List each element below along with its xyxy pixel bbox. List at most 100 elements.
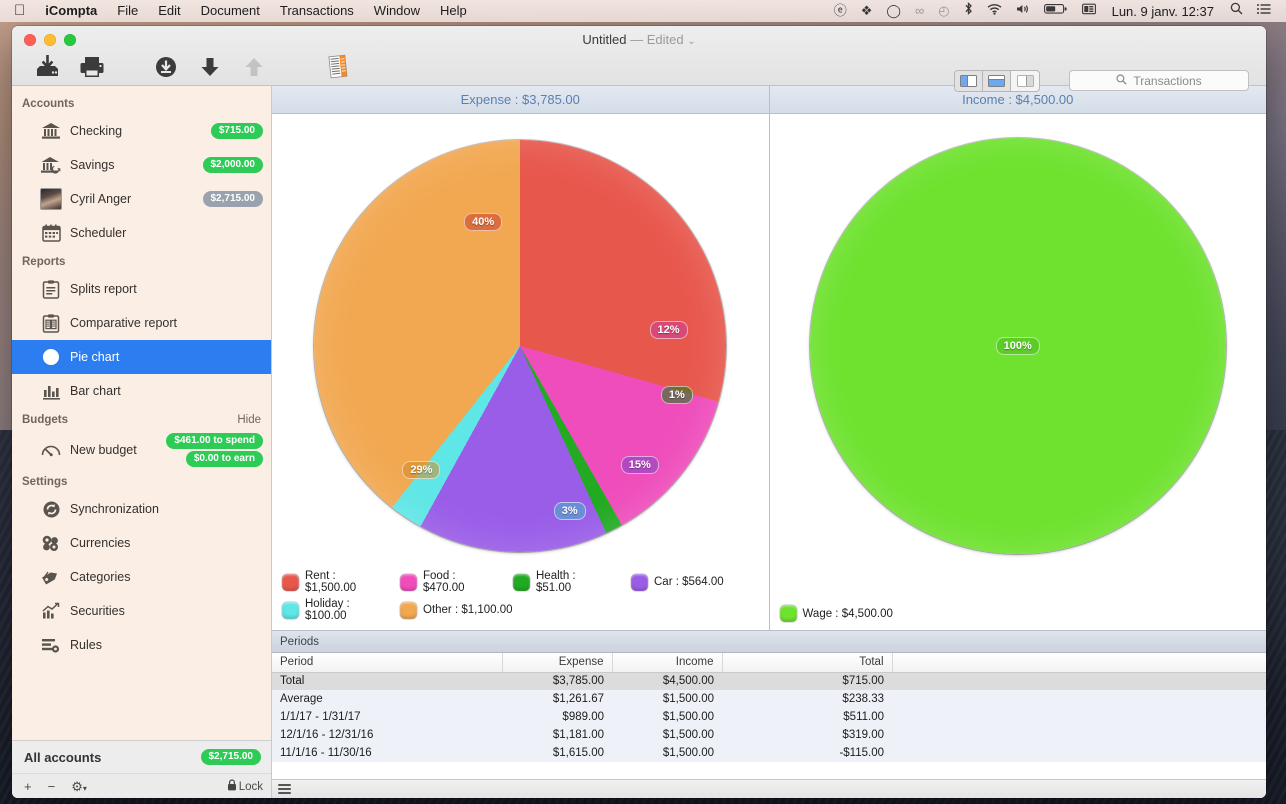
avatar bbox=[38, 187, 64, 211]
wifi-icon[interactable] bbox=[980, 0, 1009, 22]
evernote-icon[interactable]: ⓔ bbox=[827, 0, 854, 22]
pie-label-holiday: 3% bbox=[554, 502, 586, 520]
sidebar-item-comparative-report[interactable]: Comparative report bbox=[12, 306, 271, 340]
bar-chart-icon bbox=[38, 379, 64, 403]
clipboard-columns-icon bbox=[38, 311, 64, 335]
display-icon[interactable] bbox=[1075, 0, 1103, 22]
chain-link-icon[interactable]: ∞ bbox=[908, 0, 931, 22]
periods-table: Period Expense Income Total Total $3,785… bbox=[272, 653, 1266, 762]
menu-item-transactions[interactable]: Transactions bbox=[270, 0, 364, 22]
sidebar-section-budgets: Budgets Hide bbox=[12, 408, 271, 430]
import-button[interactable] bbox=[26, 55, 70, 79]
search-icon[interactable] bbox=[1223, 0, 1250, 22]
cell-expense: $3,785.00 bbox=[502, 672, 612, 690]
account-balance-badge: $715.00 bbox=[211, 123, 263, 139]
add-account-button[interactable]: + bbox=[24, 779, 32, 794]
menu-bar-items:  iCompta File Edit Document Transaction… bbox=[0, 0, 477, 22]
table-row[interactable]: 1/1/17 - 1/31/17 $989.00 $1,500.00 $511.… bbox=[272, 708, 1266, 726]
budget-badges: $461.00 to spend $0.00 to earn bbox=[166, 433, 263, 467]
cell-income: $1,500.00 bbox=[612, 744, 722, 762]
table-row[interactable]: Average $1,261.67 $1,500.00 $238.33 bbox=[272, 690, 1266, 708]
sidebar-item-securities[interactable]: Securities bbox=[12, 594, 271, 628]
sidebar-item-label: Synchronization bbox=[64, 502, 159, 516]
cell-period: 1/1/17 - 1/31/17 bbox=[272, 708, 502, 726]
apple-icon[interactable]:  bbox=[8, 1, 35, 21]
all-accounts-row[interactable]: All accounts $2,715.00 bbox=[12, 741, 271, 773]
time-machine-icon[interactable]: ◴ bbox=[931, 0, 956, 22]
sidebar-item-checking[interactable]: Checking $715.00 bbox=[12, 114, 271, 148]
charts-container: Expense : $3,785.00 40% 12% 1% 15% 3% 29… bbox=[272, 86, 1266, 631]
gauge-icon bbox=[38, 438, 64, 462]
sidebar-item-label: Checking bbox=[64, 124, 122, 138]
menu-bar-clock[interactable]: Lun. 9 janv. 12:37 bbox=[1103, 4, 1223, 19]
cell-filler bbox=[892, 708, 1266, 726]
menu-item-icompta[interactable]: iCompta bbox=[35, 0, 107, 22]
move-down-button[interactable] bbox=[188, 55, 232, 79]
securities-chart-icon bbox=[38, 599, 64, 623]
show-bottom-panel-toggle[interactable] bbox=[983, 71, 1011, 91]
show-sidebar-toggle[interactable] bbox=[955, 71, 983, 91]
cell-filler bbox=[892, 672, 1266, 690]
sidebar-item-synchronization[interactable]: Synchronization bbox=[12, 492, 271, 526]
sidebar-item-label: Splits report bbox=[64, 282, 137, 296]
cell-income: $4,500.00 bbox=[612, 672, 722, 690]
remove-account-button[interactable]: − bbox=[48, 779, 56, 794]
download-button[interactable] bbox=[144, 55, 188, 79]
sidebar-scroll-area[interactable]: Accounts Checking $715.00 Savings bbox=[12, 86, 271, 740]
sidebar-item-savings[interactable]: Savings $2,000.00 bbox=[12, 148, 271, 182]
table-row[interactable]: Total $3,785.00 $4,500.00 $715.00 bbox=[272, 672, 1266, 690]
pie-label-food: 12% bbox=[650, 321, 688, 339]
sidebar-item-pie-chart[interactable]: Pie chart bbox=[12, 340, 271, 374]
budgets-hide-link[interactable]: Hide bbox=[237, 414, 261, 426]
list-view-icon[interactable] bbox=[278, 782, 291, 796]
legend-swatch bbox=[282, 574, 299, 591]
print-button[interactable] bbox=[70, 55, 114, 79]
column-header-income[interactable]: Income bbox=[612, 653, 722, 672]
move-up-button[interactable] bbox=[232, 55, 276, 79]
sidebar-item-rules[interactable]: Rules bbox=[12, 628, 271, 662]
sidebar-item-cyril-anger[interactable]: Cyril Anger $2,715.00 bbox=[12, 182, 271, 216]
menu-item-document[interactable]: Document bbox=[191, 0, 270, 22]
income-pie-chart[interactable]: 100% bbox=[810, 138, 1226, 554]
spreadsheet-button[interactable] bbox=[316, 54, 360, 80]
table-row[interactable]: 12/1/16 - 12/31/16 $1,181.00 $1,500.00 $… bbox=[272, 726, 1266, 744]
table-row[interactable]: 11/1/16 - 11/30/16 $1,615.00 $1,500.00 -… bbox=[272, 744, 1266, 762]
gear-icon[interactable]: ⚙▾ bbox=[71, 779, 87, 795]
menu-item-file[interactable]: File bbox=[107, 0, 148, 22]
sidebar-section-settings: Settings bbox=[12, 470, 271, 492]
chevron-down-icon[interactable]: ⌄ bbox=[687, 36, 695, 47]
list-icon[interactable] bbox=[1250, 0, 1278, 22]
pie-label-wage: 100% bbox=[996, 337, 1040, 355]
menu-item-help[interactable]: Help bbox=[430, 0, 477, 22]
title-separator: — bbox=[630, 32, 643, 47]
sidebar-section-title: Reports bbox=[22, 256, 65, 268]
menu-item-window[interactable]: Window bbox=[364, 0, 430, 22]
dropbox-icon[interactable]: ❖ bbox=[854, 0, 880, 22]
sidebar-item-currencies[interactable]: Currencies bbox=[12, 526, 271, 560]
sidebar-item-scheduler[interactable]: Scheduler bbox=[12, 216, 271, 250]
quicksilver-icon[interactable]: ◯ bbox=[879, 0, 908, 22]
legend-swatch bbox=[400, 602, 417, 619]
volume-icon[interactable] bbox=[1009, 0, 1037, 22]
sidebar-item-new-budget[interactable]: New budget $461.00 to spend $0.00 to ear… bbox=[12, 430, 271, 470]
sidebar-item-bar-chart[interactable]: Bar chart bbox=[12, 374, 271, 408]
padlock-icon bbox=[227, 779, 237, 794]
bluetooth-icon[interactable] bbox=[957, 0, 980, 22]
lock-button[interactable]: Lock bbox=[227, 779, 263, 794]
expense-pie-chart[interactable]: 40% 12% 1% 15% 3% 29% bbox=[314, 140, 726, 552]
search-input[interactable]: Transactions bbox=[1069, 70, 1249, 91]
column-header-period[interactable]: Period bbox=[272, 653, 502, 672]
column-header-total[interactable]: Total bbox=[722, 653, 892, 672]
calendar-icon bbox=[38, 221, 64, 245]
sidebar-item-splits-report[interactable]: Splits report bbox=[12, 272, 271, 306]
sidebar-item-categories[interactable]: Categories bbox=[12, 560, 271, 594]
sidebar-item-label: New budget bbox=[64, 443, 137, 457]
cell-income: $1,500.00 bbox=[612, 726, 722, 744]
legend-swatch bbox=[631, 574, 648, 591]
battery-icon[interactable] bbox=[1037, 0, 1075, 22]
cell-expense: $1,181.00 bbox=[502, 726, 612, 744]
menu-item-edit[interactable]: Edit bbox=[148, 0, 190, 22]
all-accounts-label: All accounts bbox=[24, 750, 101, 765]
show-inspector-toggle[interactable] bbox=[1011, 71, 1039, 91]
column-header-expense[interactable]: Expense bbox=[502, 653, 612, 672]
